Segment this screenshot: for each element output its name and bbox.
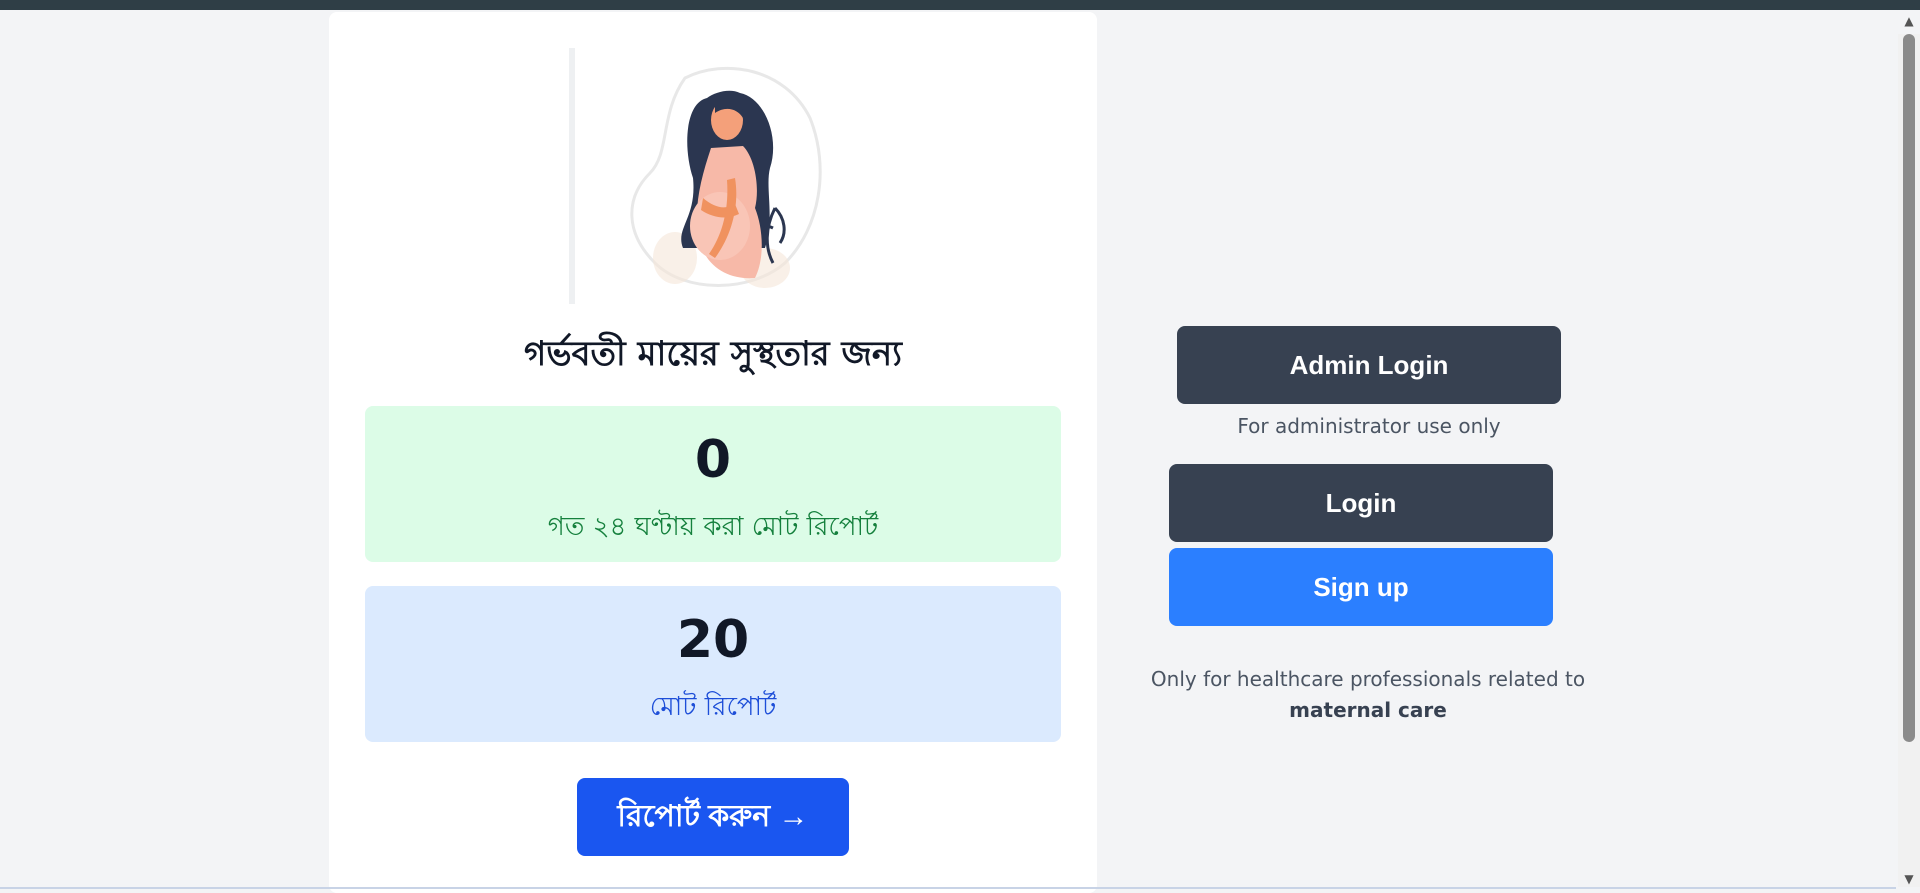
stat-label: গত ২৪ ঘণ্টায় করা মোট রিপোর্ট xyxy=(547,512,879,542)
stat-value: 20 xyxy=(676,610,750,670)
scrollbar-thumb[interactable] xyxy=(1903,34,1915,742)
stat-label: মোট রিপোর্ট xyxy=(649,692,777,722)
scroll-down-icon[interactable]: ▼ xyxy=(1900,870,1918,888)
stat-value: 0 xyxy=(694,430,732,490)
page-title: গর্ভবতী মায়ের সুস্থতার জন্য xyxy=(523,334,903,374)
signup-button[interactable]: Sign up xyxy=(1169,548,1553,626)
login-button[interactable]: Login xyxy=(1169,464,1553,542)
admin-note: For administrator use only xyxy=(1237,414,1501,438)
stat-card-last-24h: 0 গত ২৪ ঘণ্টায় করা মোট রিপোর্ট xyxy=(365,406,1061,562)
admin-login-button[interactable]: Admin Login xyxy=(1177,326,1561,404)
stat-card-total: 20 মোট রিপোর্ট xyxy=(365,586,1061,742)
pregnant-woman-illustration-icon xyxy=(630,66,822,288)
bottom-divider xyxy=(0,887,1896,889)
illustration-panel xyxy=(569,48,829,304)
report-button[interactable]: রিপোর্ট করুন → xyxy=(577,778,849,856)
scroll-up-icon[interactable]: ▲ xyxy=(1900,12,1918,30)
professional-note-bold: maternal care xyxy=(1289,698,1447,722)
browser-top-bar xyxy=(0,0,1920,10)
professional-note: Only for healthcare professionals relate… xyxy=(1150,664,1586,726)
professional-note-text: Only for healthcare professionals relate… xyxy=(1150,667,1586,691)
info-card: গর্ভবতী মায়ের সুস্থতার জন্য 0 গত ২৪ ঘণ্… xyxy=(329,12,1097,893)
